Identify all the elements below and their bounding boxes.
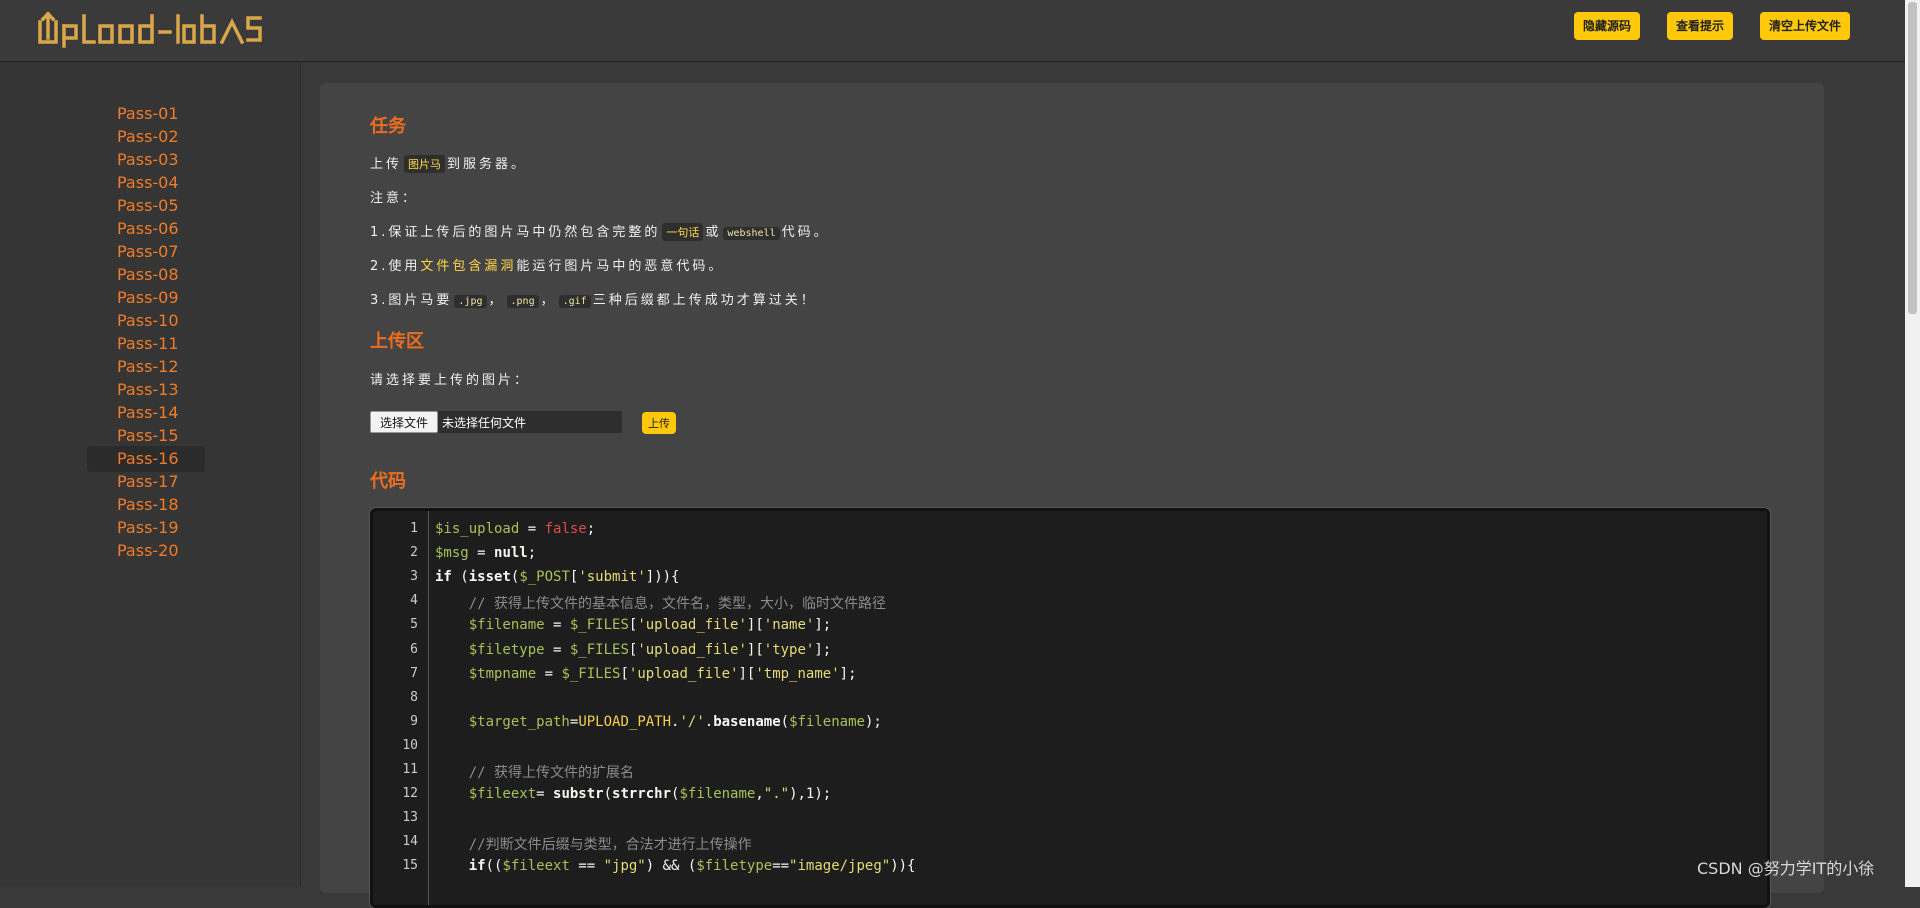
task-item-1: 1.保证上传后的图片马中仍然包含完整的 一句话或 webshell 代码。 <box>370 221 830 241</box>
line-number: 13 <box>402 810 418 826</box>
task-line-1: 上传 图片马 到服务器。 <box>370 153 527 173</box>
line-number: 9 <box>410 713 418 729</box>
file-status: 未选择任何文件 <box>442 416 527 430</box>
code-line: $target_path=UPLOAD_PATH.'/'.basename($f… <box>468 713 882 730</box>
task-item-1-mid: 或 <box>705 225 722 240</box>
code-line: $fileext= substr(strrchr($filename,"."),… <box>468 786 832 803</box>
task-item-3-post: 三种后缀都上传成功才算过关！ <box>592 293 817 308</box>
code-line: $is_upload = false; <box>435 521 596 537</box>
line-number: 15 <box>402 858 418 874</box>
line-number: 4 <box>410 593 418 609</box>
show-hint-button[interactable]: 查看提示 <box>1667 12 1734 40</box>
code-viewer: 1 2 3 4 5 6 7 8 9 10 11 12 13 14 15 $is_upload = false… <box>370 508 1770 908</box>
hide-source-button[interactable]: 隐藏源码 <box>1574 12 1641 40</box>
line-number: 7 <box>410 665 418 681</box>
task-item-1-post: 代码。 <box>781 225 830 240</box>
gif-tag: .gif <box>558 295 591 308</box>
code-line: if (isset($_POST['submit'])){ <box>435 569 680 586</box>
main-panel: 任务 上传 图片马 到服务器。 注意： 1.保证上传后的图片马中仍然包含完整的 一句话… <box>320 83 1824 908</box>
scrollbar-thumb[interactable] <box>1908 2 1917 314</box>
file-input[interactable]: 选择文件 未选择任何文件 <box>370 411 622 433</box>
line-number: 2 <box>410 545 418 561</box>
line-number: 8 <box>410 689 418 705</box>
png-tag: .png <box>506 295 539 308</box>
sidebar-item-pass-20[interactable]: Pass-20 <box>87 538 205 564</box>
code-line: // 获得上传文件的基本信息，文件名，类型，大小，临时文件路径 <box>435 596 886 613</box>
line-number-gutter: 1 2 3 4 5 6 7 8 9 10 11 12 13 14 15 <box>373 511 429 905</box>
code-line: // 获得上传文件的扩展名 <box>435 765 635 781</box>
line-number: 3 <box>410 569 418 585</box>
line-number: 6 <box>410 641 418 657</box>
code-line: $filename = $_FILES['upload_file']['name… <box>468 617 832 634</box>
code-line: $msg = null; <box>435 545 537 562</box>
one-liner-tag: 一句话 <box>662 223 704 241</box>
task-heading: 任务 <box>370 116 406 137</box>
upload-submit-button[interactable]: 上传 <box>642 412 676 434</box>
code-heading: 代码 <box>370 471 406 492</box>
clear-uploads-button[interactable]: 清空上传文件 <box>1760 12 1851 40</box>
upload-labs-logo-icon <box>38 11 262 48</box>
sep-2: ， <box>540 293 557 308</box>
task-item-3-pre: 3.图片马要 <box>370 293 453 308</box>
task-item-2: 2.使用文件包含漏洞能运行图片马中的恶意代码。 <box>370 255 724 274</box>
line-number: 14 <box>402 834 418 850</box>
file-inclusion-highlight: 文件包含漏洞 <box>420 259 517 274</box>
code-line: if(($fileext == "jpg") && ($filetype=="i… <box>468 858 916 875</box>
image-trojan-tag: 图片马 <box>404 155 446 173</box>
line-number: 1 <box>410 521 418 536</box>
sep-1: ， <box>488 293 505 308</box>
code-line: //判断文件后缀与类型，合法才进行上传操作 <box>435 837 752 854</box>
upload-prompt: 请选择要上传的图片： <box>370 373 531 388</box>
task-item-3: 3.图片马要 .jpg， .png， .gif 三种后缀都上传成功才算过关！ <box>370 289 817 308</box>
webshell-tag: webshell <box>723 227 780 240</box>
task-item-2-post: 能运行图片马中的恶意代码。 <box>516 259 725 274</box>
site-logo[interactable] <box>36 8 266 50</box>
jpg-tag: .jpg <box>454 295 487 308</box>
csdn-watermark: CSDN @努力学IT的小徐 <box>1697 859 1875 878</box>
task-item-2-pre: 2.使用 <box>370 259 421 274</box>
line-number: 12 <box>402 786 418 802</box>
upload-heading: 上传区 <box>370 331 424 352</box>
line-number: 10 <box>402 737 418 753</box>
task-line-1-pre: 上传 <box>370 157 403 172</box>
code-line: $filetype = $_FILES['upload_file']['type… <box>468 641 832 658</box>
choose-file-button[interactable]: 选择文件 <box>370 411 438 433</box>
sidebar: Pass-01 Pass-02 Pass-03 Pass-04 Pass-05 Pass-… <box>0 62 301 887</box>
task-item-1-pre: 1.保证上传后的图片马中仍然包含完整的 <box>370 225 661 240</box>
line-number: 5 <box>410 617 418 633</box>
line-number: 11 <box>402 762 418 777</box>
code-line: $tmpname = $_FILES['upload_file']['tmp_n… <box>468 665 857 682</box>
task-line-1-post: 到服务器。 <box>447 157 528 172</box>
top-header: 隐藏源码 查看提示 清空上传文件 <box>0 0 1905 62</box>
note-label: 注意： <box>370 191 419 206</box>
